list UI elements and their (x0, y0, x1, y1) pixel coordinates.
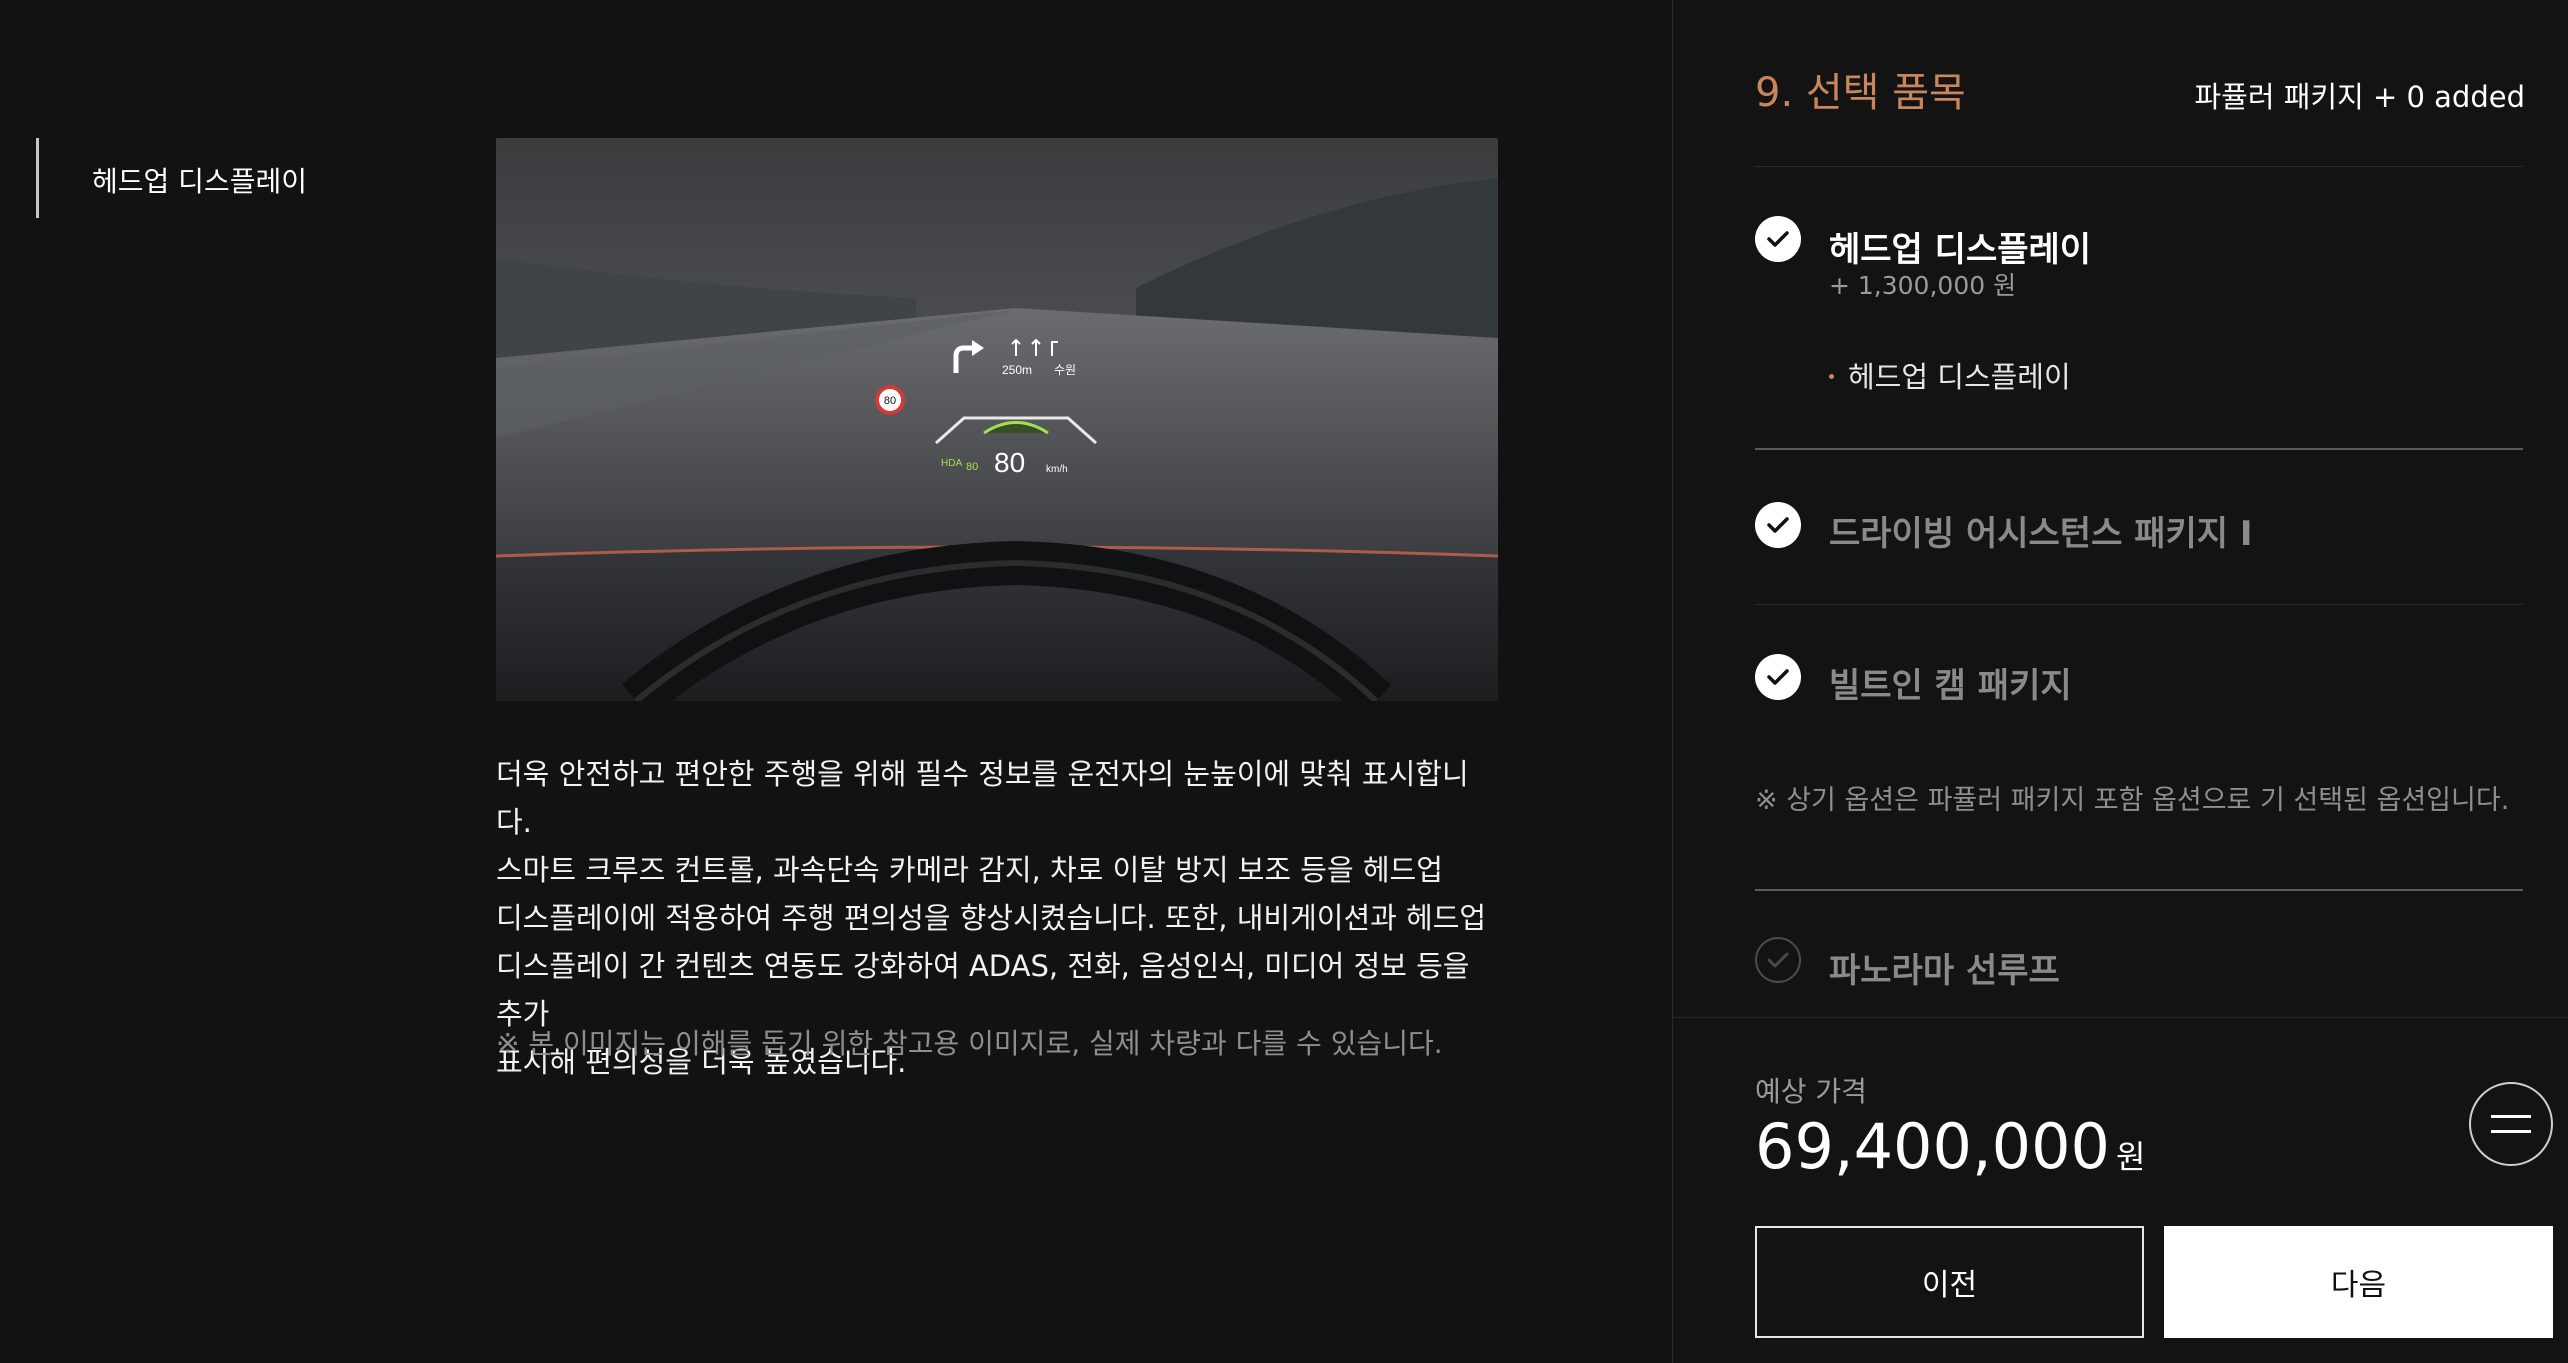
price-footer: 예상 가격 69,400,000 원 이전 다음 (1673, 1017, 2568, 1363)
price-amount: 69,400,000 (1755, 1110, 2110, 1183)
image-disclaimer: ※ 본 이미지는 이해를 돕기 위한 참고용 이미지로, 실제 차량과 다를 수… (496, 1027, 1443, 1060)
package-summary: 파퓰러 패키지 + 0 added (2194, 80, 2525, 114)
option-check-panorama-sunroof[interactable] (1755, 937, 1801, 983)
option-title-head-up-display[interactable]: 헤드업 디스플레이 (1829, 222, 2091, 271)
check-icon (1767, 952, 1789, 968)
option-check-built-in-cam[interactable] (1755, 654, 1801, 700)
menu-button[interactable] (2469, 1082, 2553, 1166)
hud-hda-speed: 80 (966, 461, 978, 473)
option-title-built-in-cam[interactable]: 빌트인 캠 패키지 (1829, 658, 2072, 707)
nav-item-head-up-display[interactable]: 헤드업 디스플레이 (92, 160, 307, 200)
estimated-price-label: 예상 가격 (1755, 1075, 1867, 1108)
app-root: 헤드업 디스플레이 250m 수원 80 HDA 80 80 km/h 더욱 안… (0, 0, 2568, 1363)
option-price: + 1,300,000 원 (1829, 271, 2017, 300)
options-panel: 9. 선택 품목 파퓰러 패키지 + 0 added 헤드업 디스플레이 + 1… (1672, 0, 2568, 1363)
divider (1755, 166, 2523, 167)
option-title-driving-assistance[interactable]: 드라이빙 어시스턴스 패키지 I (1829, 506, 2253, 555)
hud-speed-unit: km/h (1046, 464, 1068, 475)
option-sub-item: 헤드업 디스플레이 (1829, 354, 2071, 396)
estimated-price: 69,400,000 원 (1755, 1110, 2145, 1183)
description-line: 더욱 안전하고 편안한 주행을 위해 필수 정보를 운전자의 눈높이에 맞춰 표… (496, 757, 1469, 839)
description-line: 스마트 크루즈 컨트롤, 과속단속 카메라 감지, 차로 이탈 방지 보조 등을… (496, 853, 1443, 887)
bullet-dot (1829, 373, 1834, 379)
check-icon (1767, 231, 1789, 247)
check-icon (1767, 517, 1789, 533)
left-nav: 헤드업 디스플레이 (36, 138, 336, 218)
next-button[interactable]: 다음 (2164, 1226, 2553, 1338)
step-title: 9. 선택 품목 (1755, 70, 1966, 116)
divider (1755, 889, 2523, 891)
prev-button[interactable]: 이전 (1755, 1226, 2144, 1338)
hud-speed: 80 (994, 447, 1025, 478)
package-info-note: ※ 상기 옵션은 파퓰러 패키지 포함 옵션으로 기 선택된 옵션입니다. (1755, 785, 2510, 816)
menu-icon (2491, 1115, 2531, 1118)
option-title-panorama-sunroof[interactable]: 파노라마 선루프 (1829, 943, 2060, 992)
svg-text:80: 80 (884, 395, 896, 407)
hud-destination: 수원 (1054, 363, 1076, 377)
price-unit: 원 (2116, 1138, 2146, 1176)
options-list[interactable]: 9. 선택 품목 파퓰러 패키지 + 0 added 헤드업 디스플레이 + 1… (1673, 0, 2568, 1017)
hud-hda-label: HDA (941, 458, 962, 469)
active-indicator (36, 138, 39, 218)
divider (1755, 448, 2523, 450)
feature-image: 250m 수원 80 HDA 80 80 km/h (496, 138, 1498, 701)
hud-distance: 250m (1002, 363, 1032, 377)
divider (1755, 604, 2523, 605)
option-check-driving-assistance[interactable] (1755, 502, 1801, 548)
check-icon (1767, 669, 1789, 685)
description-line: 디스플레이에 적용하여 주행 편의성을 향상시켰습니다. 또한, 내비게이션과 … (496, 901, 1487, 935)
option-check-head-up-display[interactable] (1755, 216, 1801, 262)
